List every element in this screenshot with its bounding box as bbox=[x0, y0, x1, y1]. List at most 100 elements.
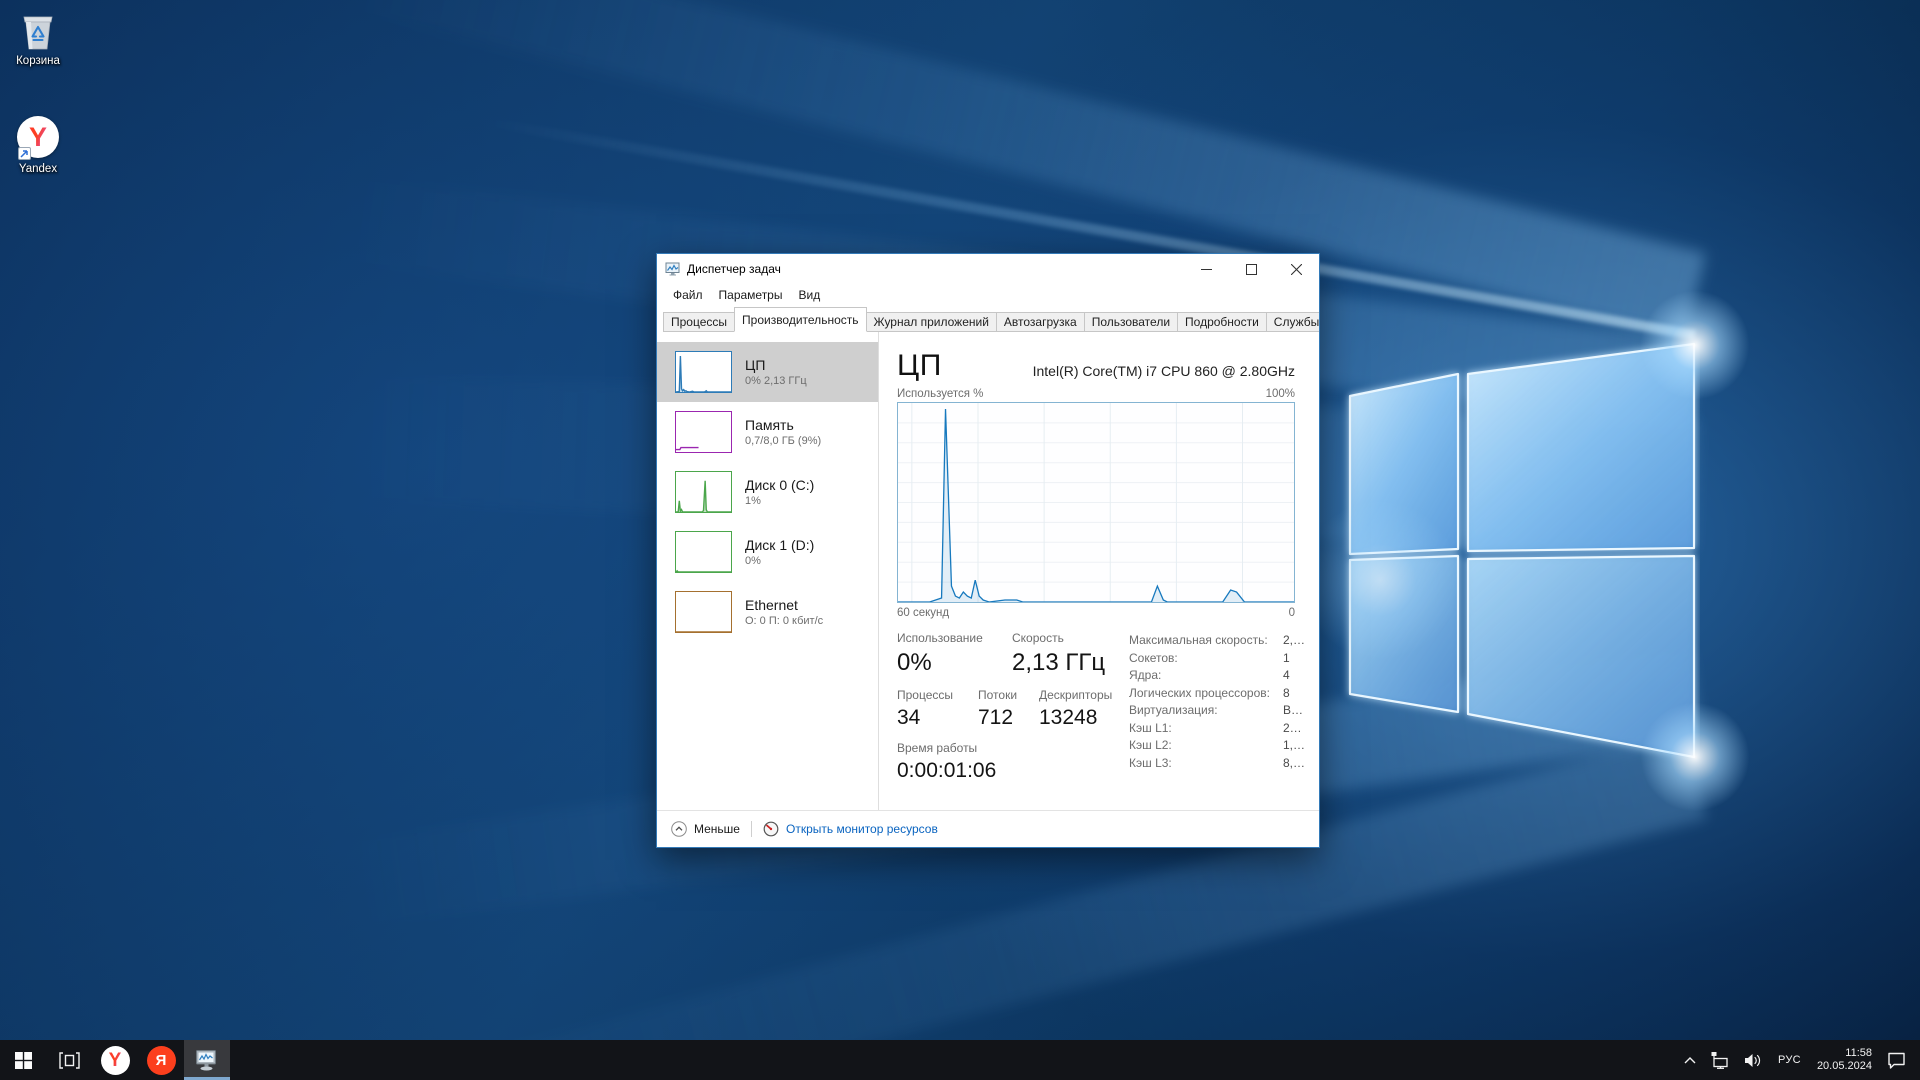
window-title: Диспетчер задач bbox=[687, 262, 1184, 276]
detail-label: Ядра: bbox=[1129, 667, 1283, 685]
performance-pane: ЦП 0% 2,13 ГГц Память 0,7/8,0 ГБ (9%) bbox=[657, 332, 1319, 810]
task-view-icon bbox=[59, 1052, 80, 1069]
sidebar-item-subtitle: 0,7/8,0 ГБ (9%) bbox=[745, 435, 821, 447]
sidebar-item-memory[interactable]: Память 0,7/8,0 ГБ (9%) bbox=[657, 402, 878, 462]
menubar: Файл Параметры Вид bbox=[657, 284, 1319, 306]
menu-options[interactable]: Параметры bbox=[711, 286, 791, 304]
desktop-icon-yandex[interactable]: Y Yandex bbox=[0, 115, 76, 175]
desktop-icon-recycle-bin[interactable]: Корзина bbox=[0, 8, 76, 67]
detail-value: 4 bbox=[1283, 667, 1290, 685]
sidebar-item-title: ЦП bbox=[745, 357, 807, 373]
speed-label: Скорость bbox=[1012, 631, 1105, 645]
maximize-button[interactable] bbox=[1229, 254, 1274, 284]
task-manager-window: Диспетчер задач Файл Параметры Вид Проце… bbox=[656, 253, 1320, 848]
clock-date: 20.05.2024 bbox=[1817, 1060, 1872, 1073]
logo-corner-glow bbox=[1640, 290, 1750, 400]
detail-label: Кэш L2: bbox=[1129, 737, 1283, 755]
sidebar-item-disk1[interactable]: Диск 1 (D:) 0% bbox=[657, 522, 878, 582]
detail-value: 2,… bbox=[1283, 632, 1305, 650]
detail-label: Кэш L3: bbox=[1129, 755, 1283, 773]
handles-value: 13248 bbox=[1039, 706, 1112, 730]
minimize-button[interactable] bbox=[1184, 254, 1229, 284]
detail-value: 1,… bbox=[1283, 737, 1305, 755]
start-button[interactable] bbox=[0, 1040, 46, 1080]
threads-label: Потоки bbox=[978, 688, 1039, 702]
sidebar-item-subtitle: 1% bbox=[745, 495, 814, 507]
chevron-up-circle-icon bbox=[671, 821, 687, 837]
clock[interactable]: 11:58 20.05.2024 bbox=[1810, 1040, 1879, 1080]
detail-label: Максимальная скорость: bbox=[1129, 632, 1283, 650]
yandex-browser-icon: Y bbox=[16, 116, 60, 160]
chevron-up-icon bbox=[1684, 1057, 1696, 1064]
axis-label-100: 100% bbox=[1266, 388, 1295, 400]
menu-view[interactable]: Вид bbox=[790, 286, 828, 304]
ethernet-mini-graph bbox=[675, 591, 732, 633]
memory-mini-graph bbox=[675, 411, 732, 453]
close-button[interactable] bbox=[1274, 254, 1319, 284]
system-tray: РУС 11:58 20.05.2024 bbox=[1677, 1040, 1920, 1080]
sidebar-item-subtitle: 0% 2,13 ГГц bbox=[745, 375, 807, 387]
tab-strip: Процессы Производительность Журнал прило… bbox=[657, 306, 1319, 332]
task-manager-app-icon bbox=[665, 261, 681, 277]
detail-value: 1 bbox=[1283, 650, 1290, 668]
recycle-bin-icon bbox=[16, 8, 60, 52]
cpu-usage-graph[interactable] bbox=[897, 402, 1295, 603]
taskbar: Y Я bbox=[0, 1040, 1920, 1080]
detail-label: Логических процессоров: bbox=[1129, 685, 1283, 703]
titlebar[interactable]: Диспетчер задач bbox=[657, 254, 1319, 284]
menu-file[interactable]: Файл bbox=[665, 286, 711, 304]
sidebar-item-cpu[interactable]: ЦП 0% 2,13 ГГц bbox=[657, 342, 878, 402]
tab-startup[interactable]: Автозагрузка bbox=[996, 312, 1085, 332]
sidebar-item-title: Ethernet bbox=[745, 597, 823, 613]
open-resource-monitor-link[interactable]: Открыть монитор ресурсов bbox=[763, 821, 938, 837]
performance-sidebar: ЦП 0% 2,13 ГГц Память 0,7/8,0 ГБ (9%) bbox=[657, 332, 879, 810]
action-center-button[interactable] bbox=[1879, 1040, 1920, 1080]
detail-value: 2… bbox=[1283, 720, 1302, 738]
cpu-heading: ЦП bbox=[897, 350, 942, 382]
detail-label: Кэш L1: bbox=[1129, 720, 1283, 738]
sidebar-item-title: Память bbox=[745, 417, 821, 433]
tab-services[interactable]: Службы bbox=[1266, 312, 1319, 332]
volume-tray-button[interactable] bbox=[1737, 1040, 1769, 1080]
resource-monitor-gauge-icon bbox=[763, 821, 779, 837]
detail-value: 8 bbox=[1283, 685, 1290, 703]
handles-label: Дескрипторы bbox=[1039, 688, 1112, 702]
tab-users[interactable]: Пользователи bbox=[1084, 312, 1178, 332]
detail-value: В… bbox=[1283, 702, 1303, 720]
cpu-stats: Использование 0% Скорость 2,13 ГГц Проце… bbox=[897, 631, 1295, 794]
yandex-search-button[interactable]: Я bbox=[138, 1040, 184, 1080]
usage-label: Использование bbox=[897, 631, 1012, 645]
cpu-details-list: Максимальная скорость:2,… Сокетов:1 Ядра… bbox=[1129, 631, 1305, 794]
axis-label-60s: 60 секунд bbox=[897, 607, 949, 619]
task-view-button[interactable] bbox=[46, 1040, 92, 1080]
disk0-mini-graph bbox=[675, 471, 732, 513]
sidebar-item-title: Диск 1 (D:) bbox=[745, 537, 814, 553]
yandex-browser-icon: Y bbox=[101, 1046, 130, 1075]
disk1-mini-graph bbox=[675, 531, 732, 573]
speaker-icon bbox=[1744, 1053, 1762, 1068]
tray-expand-button[interactable] bbox=[1677, 1040, 1703, 1080]
cpu-detail-pane: ЦП Intel(R) Core(TM) i7 CPU 860 @ 2.80GH… bbox=[879, 332, 1319, 810]
usage-value: 0% bbox=[897, 649, 1012, 677]
tab-processes[interactable]: Процессы bbox=[663, 312, 735, 332]
task-manager-icon bbox=[194, 1047, 220, 1073]
uptime-value: 0:00:01:06 bbox=[897, 759, 996, 783]
sidebar-item-disk0[interactable]: Диск 0 (C:) 1% bbox=[657, 462, 878, 522]
tab-performance[interactable]: Производительность bbox=[734, 307, 866, 332]
tab-details[interactable]: Подробности bbox=[1177, 312, 1267, 332]
cpu-model-name: Intel(R) Core(TM) i7 CPU 860 @ 2.80GHz bbox=[1033, 363, 1295, 382]
desktop: { "desktop": { "icons": [ { "label": "Ко… bbox=[0, 0, 1920, 1080]
language-indicator[interactable]: РУС bbox=[1769, 1040, 1810, 1080]
processes-value: 34 bbox=[897, 706, 978, 730]
tab-app-history[interactable]: Журнал приложений bbox=[866, 312, 997, 332]
sidebar-item-subtitle: 0% bbox=[745, 555, 814, 567]
shortcut-arrow-icon bbox=[18, 147, 31, 160]
sidebar-item-ethernet[interactable]: Ethernet О: 0 П: 0 кбит/с bbox=[657, 582, 878, 642]
task-manager-button[interactable] bbox=[184, 1040, 230, 1080]
speed-value: 2,13 ГГц bbox=[1012, 649, 1105, 677]
network-tray-button[interactable] bbox=[1703, 1040, 1737, 1080]
logo-side-glow bbox=[1300, 500, 1460, 660]
desktop-icon-label: Yandex bbox=[0, 163, 76, 175]
yandex-browser-button[interactable]: Y bbox=[92, 1040, 138, 1080]
fewer-details-button[interactable]: Меньше bbox=[671, 821, 740, 837]
